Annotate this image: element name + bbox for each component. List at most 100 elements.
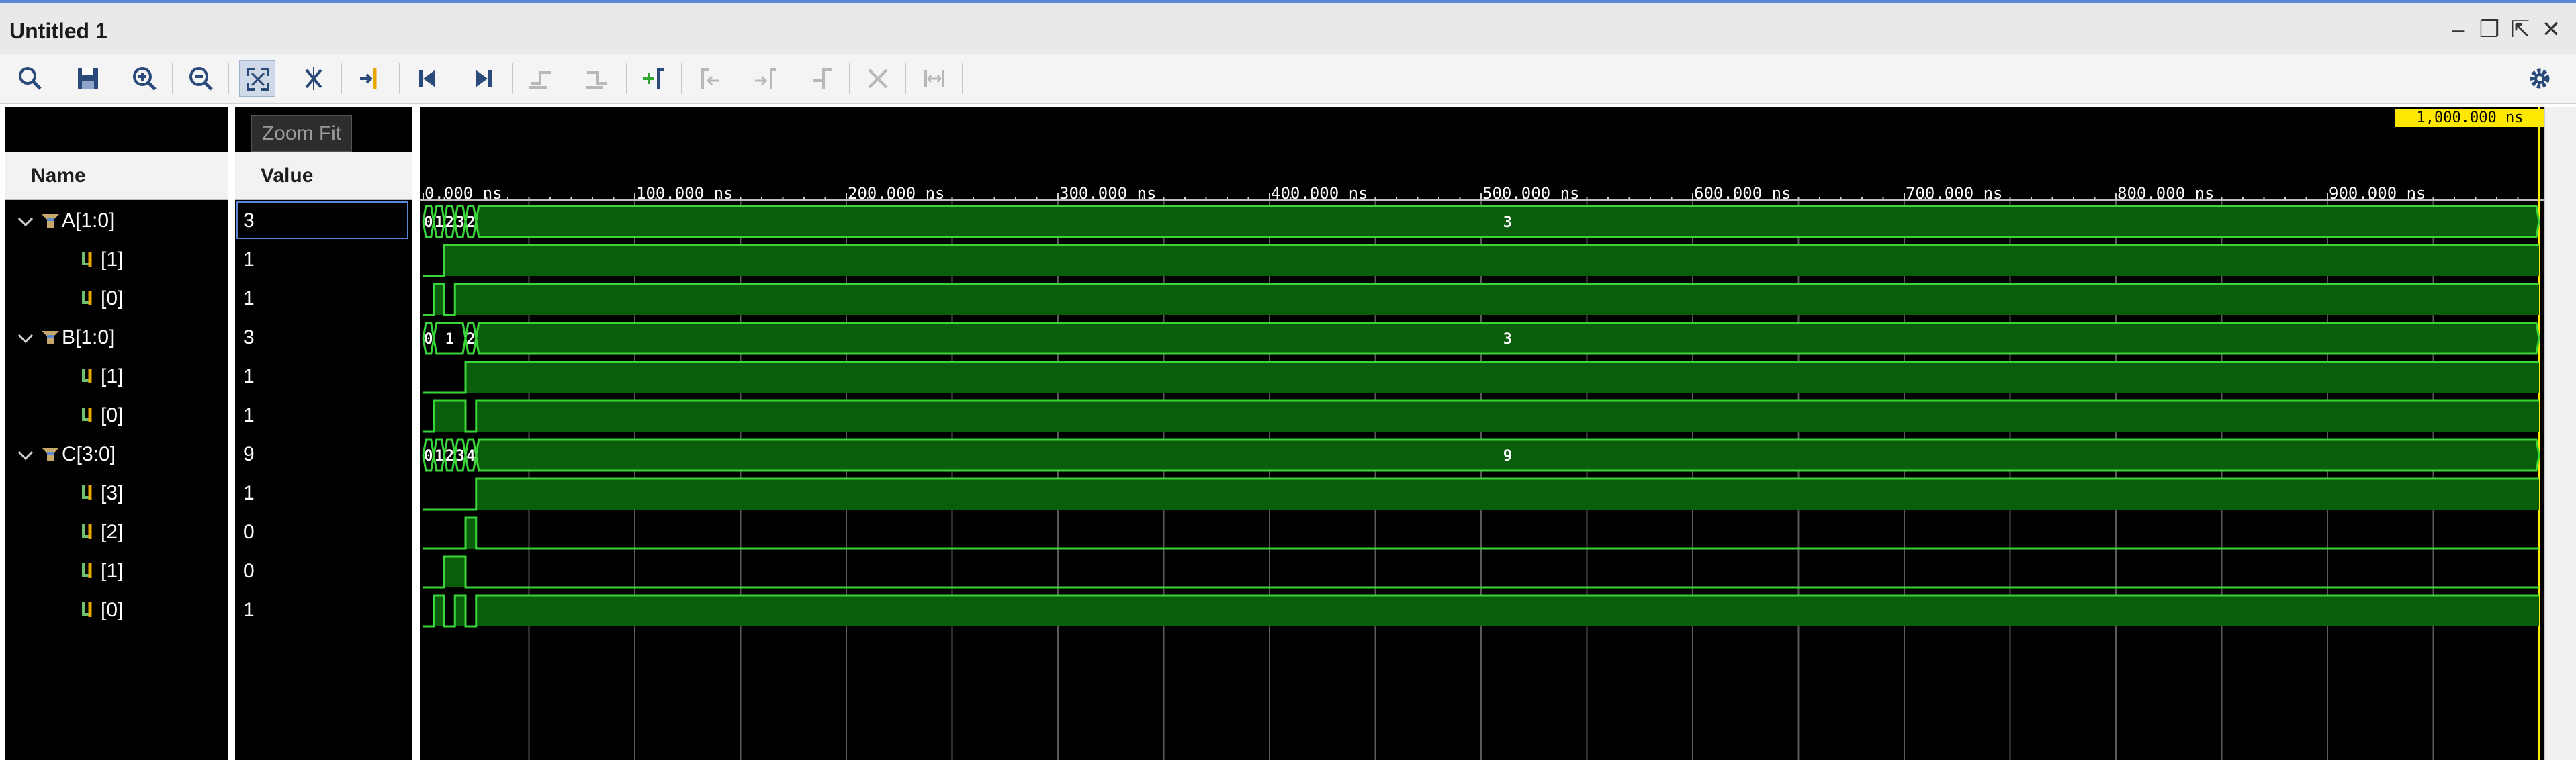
zoom-out-button[interactable] (183, 60, 219, 97)
bus-signal-icon (42, 214, 59, 228)
search-button[interactable] (12, 60, 48, 97)
bit-high-fill (455, 284, 465, 315)
restore-icon[interactable]: ❐ (2475, 15, 2504, 44)
chevron-down-icon[interactable] (16, 446, 35, 465)
previous-marker-button[interactable] (692, 60, 728, 97)
snap-to-transition-button[interactable] (916, 60, 952, 97)
bit-signal-name[interactable]: [1] (101, 357, 123, 396)
signal-value[interactable]: 3 (243, 201, 255, 240)
bit-signal-name[interactable]: [0] (101, 591, 123, 630)
bit-signal-name[interactable]: [0] (101, 396, 123, 435)
bus-value-label: 0 (424, 214, 433, 231)
go-to-cursor-button[interactable] (296, 60, 332, 97)
bit-signal-name[interactable]: [2] (101, 513, 123, 552)
bus-value-label: 9 (1503, 448, 1512, 465)
go-to-last-time-button[interactable] (465, 60, 501, 97)
ruler-tick-label: 100.000 ns (636, 184, 734, 203)
signal-value[interactable]: 3 (243, 318, 255, 357)
previous-transition-icon (529, 71, 551, 89)
float-icon[interactable]: ⇱ (2505, 15, 2535, 44)
bus-value-label: 0 (424, 448, 433, 465)
bit-high-fill (476, 596, 2539, 626)
bit-signal-name[interactable]: [1] (101, 552, 123, 591)
ruler-tick-label: 700.000 ns (1906, 184, 2003, 203)
bit-high-fill (433, 596, 445, 626)
go-to-cursor-icon (305, 67, 322, 90)
bus-value-label: 2 (445, 448, 454, 465)
zoom-in-icon (133, 67, 157, 91)
zoom-in-button[interactable] (126, 60, 163, 97)
window-title: Untitled 1 (9, 19, 107, 43)
gear-icon (2530, 68, 2550, 89)
bit-high-fill (465, 362, 2539, 393)
bit-signal-icon (82, 602, 92, 617)
bus-value-label: 4 (466, 448, 475, 465)
bus-signal-icon (42, 331, 59, 344)
swap-cursors-icon (813, 68, 832, 89)
bit-signal-name[interactable]: [1] (101, 240, 123, 279)
settings-button[interactable] (2522, 60, 2558, 97)
bus-signal-name[interactable]: A[1:0] (62, 201, 114, 240)
bus-value-label: 1 (435, 214, 443, 231)
bus-signal-name[interactable]: B[1:0] (62, 318, 114, 357)
signal-value[interactable]: 1 (243, 474, 255, 513)
go-to-last-time-icon (476, 70, 492, 87)
bit-signal-icon (82, 408, 92, 422)
save-button[interactable] (70, 60, 106, 97)
chevron-down-icon[interactable] (16, 329, 35, 348)
zoom-fit-button[interactable] (239, 60, 275, 97)
signal-value[interactable]: 1 (243, 357, 255, 396)
waveform-canvas[interactable]: 0.000 ns 100.000 ns 200.000 ns 300.000 ns 40… (420, 107, 2544, 760)
add-marker-button[interactable] (635, 60, 672, 97)
bit-high-fill (465, 518, 476, 549)
signal-value[interactable]: 1 (243, 396, 255, 435)
signal-value[interactable]: 1 (243, 591, 255, 630)
signal-value[interactable]: 9 (243, 435, 255, 474)
signal-value[interactable]: 0 (243, 552, 255, 591)
bus-value-label: 0 (424, 331, 433, 348)
delete-icon (868, 68, 888, 89)
signal-value[interactable]: 1 (243, 240, 255, 279)
next-transition-button[interactable] (579, 60, 615, 97)
bit-signal-name[interactable]: [0] (101, 279, 123, 318)
next-marker-icon (755, 68, 776, 89)
bit-high-fill (476, 479, 2539, 510)
bus-value-label: 3 (1503, 214, 1512, 231)
signal-value[interactable]: 1 (243, 279, 255, 318)
bus-value-label: 3 (456, 214, 465, 231)
name-column-header[interactable]: Name (5, 152, 228, 200)
bus-value-label: 1 (445, 331, 454, 348)
bit-high-fill (444, 245, 2539, 276)
signal-value[interactable]: 0 (243, 513, 255, 552)
previous-transition-button[interactable] (523, 60, 559, 97)
save-icon (78, 68, 98, 89)
swap-cursors-button[interactable] (803, 60, 840, 97)
delete-button[interactable] (860, 60, 896, 97)
snap-to-transition-icon (924, 70, 944, 87)
chevron-down-icon[interactable] (16, 212, 35, 231)
vertical-scrollbar[interactable] (2544, 107, 2576, 760)
ruler-tick-label: 200.000 ns (848, 184, 945, 203)
bit-signal-name[interactable]: [3] (101, 474, 123, 513)
ruler-tick-label: 500.000 ns (1482, 184, 1580, 203)
bit-high-fill (433, 401, 465, 432)
bit-high-fill (455, 596, 465, 626)
value-column-header[interactable]: Value (235, 152, 412, 200)
close-icon[interactable]: ✕ (2536, 15, 2566, 44)
next-transition-icon (586, 71, 607, 89)
bit-high-fill (433, 284, 445, 315)
bit-signal-icon (82, 563, 92, 578)
go-to-time-zero-button[interactable] (410, 60, 446, 97)
bus-value-label: 3 (1503, 331, 1512, 348)
bit-high-fill (465, 284, 2539, 315)
bus-signal-name[interactable]: C[3:0] (62, 435, 116, 474)
ruler-tick-label: 600.000 ns (1694, 184, 1791, 203)
next-marker-button[interactable] (747, 60, 783, 97)
minimize-icon[interactable]: – (2444, 15, 2473, 44)
bit-signal-icon (82, 485, 92, 500)
cursor-to-transition-icon (360, 68, 377, 89)
waveform-pane[interactable]: 0.000 ns 100.000 ns 200.000 ns 300.000 ns 40… (420, 107, 2544, 760)
title-bar: Untitled 1 – ❐ ⇱ ✕ (0, 0, 2576, 60)
cursor-to-transition-button[interactable] (352, 60, 388, 97)
zoom-out-icon (189, 67, 213, 91)
